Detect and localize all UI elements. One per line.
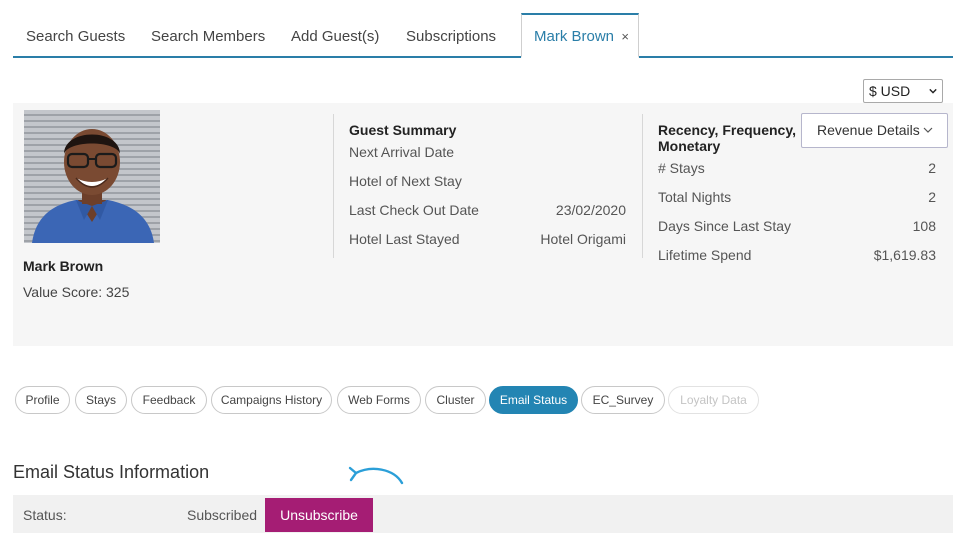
summary-label: Hotel of Next Stay <box>349 173 462 189</box>
rfm-title: Recency, Frequency, Monetary <box>658 122 796 154</box>
panel-divider <box>642 114 643 258</box>
summary-row-hotel-next-stay: Hotel of Next Stay <box>349 171 626 200</box>
main-tab-bar: Search Guests Search Members Add Guest(s… <box>13 13 953 58</box>
rfm-value: $1,619.83 <box>873 247 936 263</box>
summary-label: Last Check Out Date <box>349 202 479 218</box>
tab-subscriptions[interactable]: Subscriptions <box>406 13 496 58</box>
revenue-details-label: Revenue Details <box>817 122 920 138</box>
tab-label: Subscriptions <box>406 28 497 45</box>
tab-mark-brown[interactable]: Mark Brown × <box>521 13 639 58</box>
rfm-row-days-since-last-stay: Days Since Last Stay 108 <box>658 216 936 245</box>
rfm-label: Lifetime Spend <box>658 247 752 263</box>
tab-label: Add Guest(s) <box>291 28 380 45</box>
rfm-value: 2 <box>928 160 936 176</box>
summary-row-last-checkout: Last Check Out Date 23/02/2020 <box>349 200 626 229</box>
pill-ec-survey[interactable]: EC_Survey <box>581 386 665 414</box>
pill-profile[interactable]: Profile <box>15 386 70 414</box>
unsubscribe-button[interactable]: Unsubscribe <box>265 498 373 532</box>
currency-value: $ USD <box>869 83 911 99</box>
status-label: Status: <box>23 507 67 523</box>
summary-label: Next Arrival Date <box>349 144 455 160</box>
rfm-row-total-nights: Total Nights 2 <box>658 187 936 216</box>
rfm-label: Days Since Last Stay <box>658 218 792 234</box>
tab-add-guests[interactable]: Add Guest(s) <box>291 13 379 58</box>
pill-feedback[interactable]: Feedback <box>131 386 207 414</box>
guest-photo <box>24 110 160 243</box>
rfm-row-lifetime-spend: Lifetime Spend $1,619.83 <box>658 245 936 274</box>
pill-loyalty-data: Loyalty Data <box>668 386 759 414</box>
tab-search-members[interactable]: Search Members <box>151 13 265 58</box>
summary-value: Hotel Origami <box>540 231 626 247</box>
rfm-value: 108 <box>912 218 936 234</box>
chevron-down-icon <box>923 127 933 133</box>
rfm-row-stays: # Stays 2 <box>658 158 936 187</box>
guest-summary-title: Guest Summary <box>349 122 457 138</box>
guest-summary-panel: Mark Brown Value Score: 325 Guest Summar… <box>13 103 953 346</box>
pill-email-status[interactable]: Email Status <box>489 386 578 414</box>
tab-label: Search Guests <box>26 28 126 45</box>
panel-divider <box>333 114 334 258</box>
tab-search-guests[interactable]: Search Guests <box>26 13 125 58</box>
email-status-row: Status: Subscribed Unsubscribe <box>13 495 953 533</box>
currency-select[interactable]: $ USD <box>863 79 943 103</box>
pill-campaigns-history[interactable]: Campaigns History <box>211 386 332 414</box>
guest-summary-section: Guest Summary Next Arrival Date Hotel of… <box>349 122 626 258</box>
value-score: Value Score: 325 <box>23 284 130 300</box>
summary-value: 23/02/2020 <box>555 202 626 218</box>
tab-label: Mark Brown <box>534 28 615 45</box>
rfm-value: 2 <box>928 189 936 205</box>
pill-stays[interactable]: Stays <box>75 386 127 414</box>
summary-label: Hotel Last Stayed <box>349 231 460 247</box>
curved-arrow-icon <box>348 466 404 485</box>
email-status-title: Email Status Information <box>13 462 210 482</box>
summary-row-hotel-last-stayed: Hotel Last Stayed Hotel Origami <box>349 229 626 258</box>
chevron-down-icon <box>929 88 937 94</box>
guest-portrait-image <box>24 110 160 243</box>
summary-row-next-arrival: Next Arrival Date <box>349 142 626 171</box>
rfm-label: Total Nights <box>658 189 732 205</box>
rfm-label: # Stays <box>658 160 705 176</box>
pill-web-forms[interactable]: Web Forms <box>337 386 421 414</box>
status-value: Subscribed <box>187 507 258 523</box>
tab-label: Search Members <box>151 28 266 45</box>
pill-cluster[interactable]: Cluster <box>425 386 486 414</box>
guest-name: Mark Brown <box>23 258 104 274</box>
revenue-details-button[interactable]: Revenue Details <box>801 113 948 148</box>
close-icon[interactable]: × <box>621 15 629 58</box>
